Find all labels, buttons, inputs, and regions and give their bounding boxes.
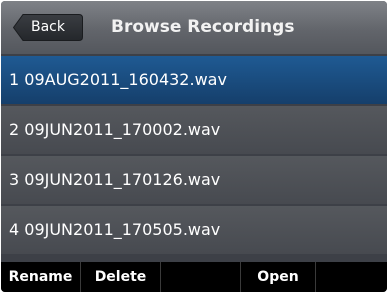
- recordings-list: 1 09AUG2011_160432.wav 2 09JUN2011_17000…: [1, 56, 387, 256]
- blank-softkey: [161, 262, 241, 292]
- softkey-bar: Rename Delete Open: [1, 262, 387, 292]
- recording-item-2[interactable]: 2 09JUN2011_170002.wav: [1, 106, 387, 154]
- recording-item-3[interactable]: 3 09JUN2011_170126.wav: [1, 156, 387, 204]
- phone-screen: Back Browse Recordings 1 09AUG2011_16043…: [1, 1, 387, 292]
- open-softkey[interactable]: Open: [241, 262, 316, 292]
- recording-item-4[interactable]: 4 09JUN2011_170505.wav: [1, 206, 387, 254]
- recording-item-label: 1 09AUG2011_160432.wav: [9, 70, 227, 89]
- recording-item-label: 4 09JUN2011_170505.wav: [9, 220, 221, 239]
- recording-item-label: 3 09JUN2011_170126.wav: [9, 170, 221, 189]
- delete-softkey[interactable]: Delete: [81, 262, 161, 292]
- title-bar: Back Browse Recordings: [1, 1, 387, 54]
- rename-softkey[interactable]: Rename: [1, 262, 81, 292]
- recording-item-1[interactable]: 1 09AUG2011_160432.wav: [1, 56, 387, 104]
- back-button[interactable]: Back: [13, 14, 83, 41]
- page-title: Browse Recordings: [111, 17, 295, 37]
- back-button-label: Back: [31, 19, 65, 35]
- blank-softkey-right: [316, 262, 387, 292]
- recording-item-label: 2 09JUN2011_170002.wav: [9, 120, 221, 139]
